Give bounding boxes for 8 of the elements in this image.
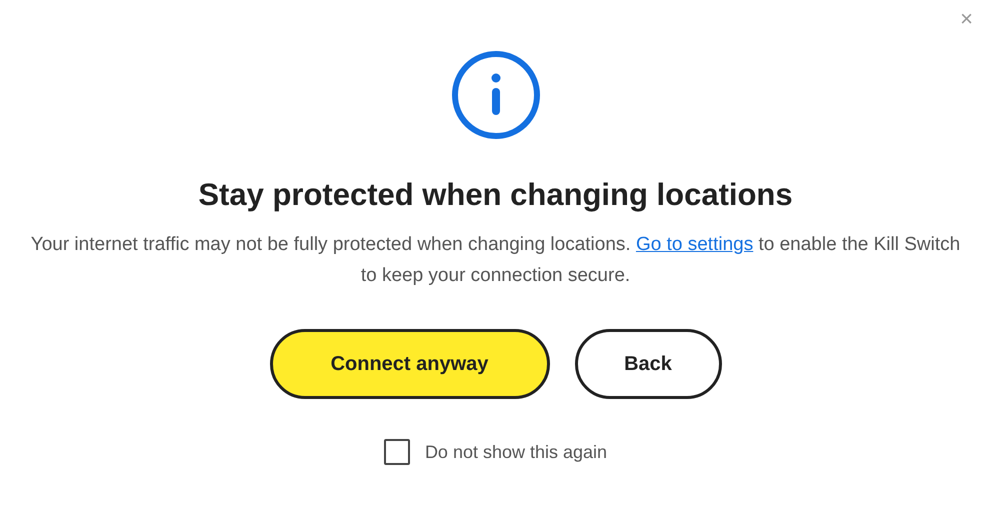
checkbox-label: Do not show this again [424, 440, 608, 464]
info-icon [450, 50, 540, 140]
checkbox[interactable] [384, 439, 410, 466]
dialog-title: Stay protected when changing locations [198, 176, 793, 214]
dialog-message: Your internet traffic may not be fully protected when changing locations. Go to settings to enable the Kill Switch to keep your connection secure. [30, 232, 962, 288]
back-button[interactable]: Back [574, 328, 722, 399]
settings-link[interactable]: Go to settings [636, 234, 754, 255]
connect-button[interactable]: Connect anyway [270, 328, 550, 399]
